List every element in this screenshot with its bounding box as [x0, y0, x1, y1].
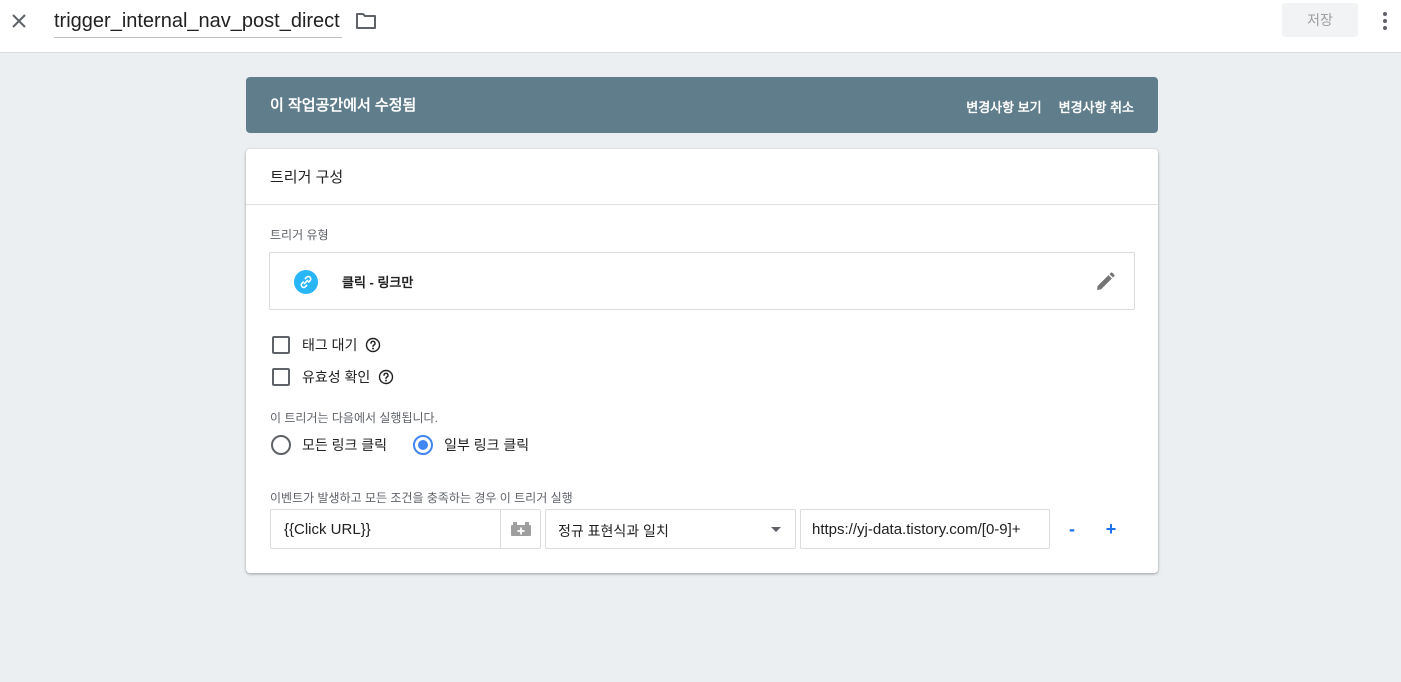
- close-button[interactable]: [6, 8, 32, 34]
- fires-on-label: 이 트리거는 다음에서 실행됩니다.: [270, 411, 438, 425]
- add-condition-button[interactable]: +: [1097, 515, 1125, 543]
- trigger-type-selector[interactable]: 클릭 - 링크만: [269, 252, 1135, 310]
- folder-icon: [356, 13, 376, 29]
- all-link-clicks-label: 모든 링크 클릭: [302, 437, 388, 453]
- operator-select[interactable]: 정규 표현식과 일치: [545, 509, 796, 549]
- close-icon: [12, 14, 26, 28]
- top-bar: trigger_internal_nav_post_direct 저장: [0, 0, 1401, 53]
- some-link-clicks-radio[interactable]: [413, 435, 434, 455]
- link-icon: [294, 270, 318, 294]
- card-header: 트리거 구성: [246, 149, 1158, 205]
- wait-for-tags-checkbox[interactable]: [272, 336, 290, 354]
- wait-for-tags-row: 태그 대기: [272, 334, 381, 356]
- revert-changes-link[interactable]: 변경사항 취소: [1059, 97, 1134, 116]
- trigger-type-value: 클릭 - 링크만: [342, 275, 414, 290]
- dropdown-arrow-icon: [771, 527, 781, 532]
- some-link-clicks-option[interactable]: 일부 링크 클릭: [413, 435, 529, 455]
- value-input[interactable]: [801, 510, 1049, 548]
- save-button[interactable]: 저장: [1282, 3, 1358, 37]
- some-link-clicks-label: 일부 링크 클릭: [444, 437, 530, 453]
- operator-value: 정규 표현식과 일치: [558, 523, 669, 539]
- wait-for-tags-label: 태그 대기: [302, 337, 358, 353]
- more-options-button[interactable]: [1375, 9, 1395, 33]
- remove-condition-button[interactable]: -: [1058, 515, 1086, 543]
- help-icon[interactable]: [365, 337, 381, 353]
- variable-picker-button[interactable]: [500, 510, 541, 548]
- value-field[interactable]: [800, 509, 1050, 549]
- banner-text: 이 작업공간에서 수정됨: [270, 97, 417, 114]
- trigger-name: trigger_internal_nav_post_direct: [54, 10, 340, 32]
- variable-brick-icon: [511, 522, 531, 536]
- view-changes-link[interactable]: 변경사항 보기: [966, 97, 1041, 116]
- trigger-name-field[interactable]: trigger_internal_nav_post_direct: [54, 8, 342, 38]
- workspace-banner: 이 작업공간에서 수정됨 변경사항 보기 변경사항 취소: [246, 77, 1158, 133]
- folder-button[interactable]: [355, 11, 377, 31]
- variable-field[interactable]: {{Click URL}}: [270, 509, 541, 549]
- check-validation-checkbox[interactable]: [272, 368, 290, 386]
- help-icon[interactable]: [378, 369, 394, 385]
- fires-on-radio-group: 모든 링크 클릭 일부 링크 클릭: [271, 435, 555, 455]
- trigger-type-label: 트리거 유형: [270, 228, 329, 242]
- check-validation-label: 유효성 확인: [302, 369, 371, 385]
- all-link-clicks-option[interactable]: 모든 링크 클릭: [271, 435, 387, 455]
- banner-actions: 변경사항 보기 변경사항 취소: [966, 97, 1134, 116]
- more-vert-icon: [1383, 12, 1387, 30]
- variable-value: {{Click URL}}: [284, 521, 371, 538]
- condition-label: 이벤트가 발생하고 모든 조건을 충족하는 경우 이 트리거 실행: [270, 491, 573, 505]
- check-validation-row: 유효성 확인: [272, 366, 394, 388]
- edit-pencil-icon[interactable]: [1094, 271, 1116, 293]
- trigger-config-card: 트리거 구성 트리거 유형 클릭 - 링크만 태그 대기 유효성 확인 이 트리…: [246, 149, 1158, 573]
- card-title: 트리거 구성: [270, 169, 344, 186]
- all-link-clicks-radio[interactable]: [271, 435, 291, 455]
